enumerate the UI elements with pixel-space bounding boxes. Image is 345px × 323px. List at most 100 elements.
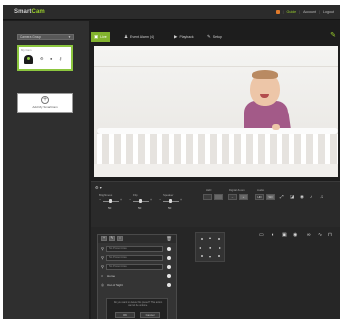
logout-link[interactable]: Logout [323,10,334,14]
location-pin-icon: ⚲ [101,264,104,269]
pattern-icon[interactable]: ∞ [307,233,311,238]
preset-row[interactable]: ⚲ No Preset Area [101,264,173,270]
tools-icon[interactable]: ✎ [330,31,336,39]
preset-name-field[interactable]: No Preset Area [106,255,163,261]
delete-confirm-dialog: Do you want to delete this preset? This … [106,298,168,319]
play-icon: ▶ [174,34,178,39]
edit-preset-button[interactable]: ✎ [109,236,115,241]
led-off-button[interactable] [203,194,212,200]
out-of-sight-option-radio[interactable] [167,283,171,287]
pan-down-icon[interactable]: ▾ [209,255,211,259]
preset-toolbar: + ✎ ↕ 🗑 [98,235,176,243]
tab-event-alarm[interactable]: ♟ Event Alarm (4) [121,32,157,42]
hd-button[interactable]: HD [255,194,264,200]
plus-icon[interactable]: + [120,198,122,202]
pan-up-icon[interactable]: ▴ [209,236,211,240]
brightness-label: Brightness [99,193,113,197]
location-pin-icon: ⚲ [101,255,104,260]
brightness-slider-handle[interactable] [109,199,112,203]
camera-group-select[interactable]: Camera Group ▼ [17,34,74,40]
add-preset-button[interactable]: + [101,236,107,241]
guide-link[interactable]: Guide [287,10,297,14]
microphone-icon[interactable]: ♪ [310,194,312,199]
app-window: SmartCam | Guide | Account | Logout Came… [3,5,340,319]
confirm-message: Do you want to delete this preset? This … [113,301,163,307]
center-icon[interactable]: ● [209,246,211,250]
pan-right-icon[interactable]: ▸ [219,246,221,250]
plus-icon[interactable]: + [180,198,182,202]
speaker-value: 50 [168,206,172,210]
tab-setup[interactable]: ✎ Setup [204,32,225,42]
audio-icon[interactable]: ◖ [271,233,274,238]
cancel-button[interactable]: Cancel [140,312,160,318]
pad-dot [218,238,220,240]
led-on-button[interactable] [214,194,223,200]
night-mode-icon[interactable]: ◉ [293,233,297,238]
digital-zoom-label: Digital Zoom [229,188,245,192]
speaker-label: Speaker [163,193,174,197]
preset-panel: + ✎ ↕ 🗑 ⚲ No Preset Area ⚲ No Preset Are… [97,234,177,319]
sensor-icon[interactable]: ⊓ [328,233,332,238]
account-link[interactable]: Account [303,10,316,14]
live-video[interactable] [94,46,338,177]
zoom-out-button[interactable]: − [228,194,237,200]
camera-settings-icon[interactable]: ⚙ [40,57,44,61]
tour-icon[interactable]: ∿ [318,233,322,238]
key-icon[interactable]: ⚷ [59,57,62,61]
flip-label: Flip [133,193,138,197]
display-icon[interactable]: ▭ [259,233,264,238]
speaker-icon[interactable]: ♫ [320,194,323,199]
ok-button[interactable]: OK [115,312,135,318]
tab-live[interactable]: ▣ Live [91,32,110,42]
out-of-sight-option[interactable]: ◎ Out of Sight [101,283,173,288]
snapshot-icon[interactable]: ◪ [290,194,294,199]
tab-setup-label: Setup [212,35,222,39]
camera-card[interactable]: My Cam ⚙ ● ⚷ [17,45,73,71]
logo-text: Smart [14,9,32,15]
flip-slider-handle[interactable] [139,199,142,203]
user-icon[interactable] [275,10,280,14]
home-option[interactable]: ⌂ Home [101,274,173,279]
home-option-radio[interactable] [167,274,171,278]
tab-bar: ▣ Live ♟ Event Alarm (4) ▶ Playback ✎ Se… [91,31,340,43]
move-preset-button[interactable]: ↕ [117,236,123,241]
minus-icon[interactable]: − [129,198,131,202]
tab-event-alarm-label: Event Alarm (4) [130,35,155,39]
flip-value: 50 [138,206,142,210]
camera-group-label: Camera Group [20,35,42,39]
location-pin-icon: ⚲ [101,246,104,251]
preset-row[interactable]: ⚲ No Preset Area [101,246,173,252]
add-camera-label: Add My SmartCam [32,105,58,109]
settings-icon[interactable]: ⚙ ▾ [95,185,102,190]
preset-row[interactable]: ⚲ No Preset Area [101,255,173,261]
tab-playback[interactable]: ▶ Playback [171,32,197,42]
fullscreen-icon[interactable]: ⤢ [280,194,284,199]
plus-icon: + [41,96,49,104]
preset-radio[interactable] [167,247,171,251]
pan-left-icon[interactable]: ◂ [199,246,201,250]
baby-hair [252,70,278,79]
audio-label: Audio [257,188,265,192]
plus-icon[interactable]: + [150,198,152,202]
separator: | [282,10,284,14]
microphone-icon[interactable]: ● [50,57,52,61]
minus-icon[interactable]: − [159,198,161,202]
preset-name-field[interactable]: No Preset Area [106,264,163,270]
preset-radio[interactable] [167,256,171,260]
add-camera-button[interactable]: + Add My SmartCam [17,93,73,113]
camera-name: My Cam [21,48,32,52]
trash-icon[interactable]: 🗑 [166,236,172,242]
app-logo[interactable]: SmartCam [14,9,45,15]
preset-radio[interactable] [167,265,171,269]
ptz-direction-pad[interactable]: ▴ ▾ ◂ ▸ ● [195,232,225,262]
minus-icon[interactable]: − [99,198,101,202]
preset-name-field[interactable]: No Preset Area [106,246,163,252]
speaker-slider-handle[interactable] [169,199,172,203]
recorder-icon[interactable]: ▣ [282,233,287,238]
top-bar: SmartCam | Guide | Account | Logout [3,5,340,20]
record-icon[interactable]: ◉ [300,194,304,199]
zoom-in-button[interactable]: + [239,194,248,200]
sd-button[interactable]: SD [266,194,275,200]
pad-dot [218,255,220,257]
chevron-down-icon: ▼ [68,35,71,39]
